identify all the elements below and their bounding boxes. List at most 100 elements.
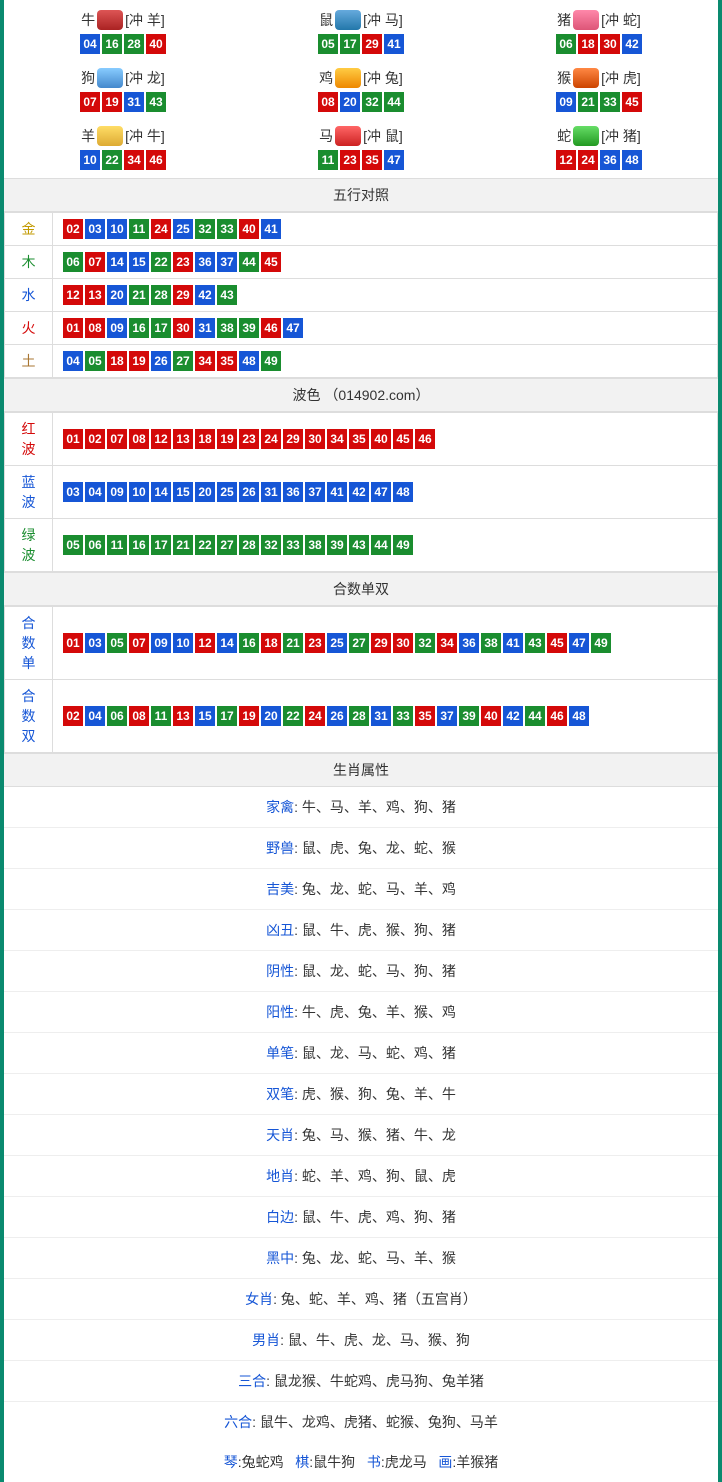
number-ball: 08 — [318, 92, 338, 112]
wuxing-label: 木 — [5, 246, 53, 279]
wuxing-label: 水 — [5, 279, 53, 312]
bose-label: 红波 — [5, 413, 53, 466]
attr-row: 吉美: 兔、龙、蛇、马、羊、鸡 — [4, 869, 718, 910]
number-ball: 07 — [80, 92, 100, 112]
number-ball: 48 — [393, 482, 413, 502]
zodiac-name: 猴 — [557, 68, 571, 88]
number-ball: 05 — [63, 535, 83, 555]
bose-table: 红波 0102070812131819232429303435404546 蓝波… — [4, 412, 718, 572]
zodiac-name: 鸡 — [319, 68, 333, 88]
zodiac-cell: 猪 [冲 蛇] 06183042 — [480, 4, 718, 62]
number-ball: 21 — [283, 633, 303, 653]
wuxing-label: 土 — [5, 345, 53, 378]
number-ball: 03 — [63, 482, 83, 502]
number-ball: 08 — [129, 706, 149, 726]
attr-row: 三合: 鼠龙猴、牛蛇鸡、虎马狗、兔羊猪 — [4, 1361, 718, 1402]
number-ball: 34 — [327, 429, 347, 449]
number-ball: 27 — [217, 535, 237, 555]
number-ball: 11 — [129, 219, 149, 239]
zodiac-clash: [冲 蛇] — [601, 10, 641, 30]
number-ball: 39 — [459, 706, 479, 726]
number-ball: 01 — [63, 318, 83, 338]
bose-nums: 0102070812131819232429303435404546 — [53, 413, 718, 466]
number-ball: 23 — [340, 150, 360, 170]
zodiac-clash: [冲 虎] — [601, 68, 641, 88]
number-ball: 01 — [63, 429, 83, 449]
number-ball: 11 — [318, 150, 338, 170]
number-ball: 22 — [195, 535, 215, 555]
footer-label: 画 — [438, 1454, 452, 1470]
number-ball: 32 — [362, 92, 382, 112]
number-ball: 07 — [107, 429, 127, 449]
number-ball: 46 — [261, 318, 281, 338]
zodiac-cell: 羊 [冲 牛] 10223446 — [4, 120, 242, 178]
number-ball: 27 — [349, 633, 369, 653]
number-ball: 45 — [547, 633, 567, 653]
zodiac-clash: [冲 鼠] — [363, 126, 403, 146]
attr-row: 黑中: 兔、龙、蛇、马、羊、猴 — [4, 1238, 718, 1279]
number-ball: 34 — [195, 351, 215, 371]
number-ball: 22 — [102, 150, 122, 170]
number-ball: 25 — [327, 633, 347, 653]
number-ball: 07 — [85, 252, 105, 272]
number-ball: 45 — [261, 252, 281, 272]
zodiac-grid: 牛 [冲 羊] 04162840 鼠 [冲 马] 05172941 猪 [冲 蛇… — [4, 4, 718, 178]
number-ball: 12 — [151, 429, 171, 449]
number-ball: 38 — [481, 633, 501, 653]
attr-value: 兔、蛇、羊、鸡、猪（五宫肖） — [281, 1291, 477, 1307]
number-ball: 05 — [85, 351, 105, 371]
number-ball: 16 — [239, 633, 259, 653]
number-ball: 20 — [195, 482, 215, 502]
number-ball: 42 — [195, 285, 215, 305]
number-ball: 40 — [146, 34, 166, 54]
number-ball: 41 — [327, 482, 347, 502]
number-ball: 41 — [384, 34, 404, 54]
attr-label: 男肖 — [252, 1332, 280, 1348]
zodiac-cell: 猴 [冲 虎] 09213345 — [480, 62, 718, 120]
zodiac-icon — [97, 10, 123, 30]
bose-nums: 05061116172122272832333839434449 — [53, 519, 718, 572]
number-ball: 33 — [217, 219, 237, 239]
attr-label: 女肖 — [245, 1291, 273, 1307]
number-ball: 28 — [151, 285, 171, 305]
number-ball: 20 — [107, 285, 127, 305]
number-ball: 11 — [107, 535, 127, 555]
footer-label: 琴 — [224, 1454, 238, 1470]
number-ball: 06 — [63, 252, 83, 272]
zodiac-name: 猪 — [557, 10, 571, 30]
number-ball: 32 — [261, 535, 281, 555]
attr-row: 双笔: 虎、猴、狗、兔、羊、牛 — [4, 1074, 718, 1115]
number-ball: 26 — [239, 482, 259, 502]
number-ball: 24 — [305, 706, 325, 726]
wuxing-row: 木 06071415222336374445 — [5, 246, 718, 279]
attr-value: 兔、龙、蛇、马、羊、猴 — [302, 1250, 456, 1266]
number-ball: 14 — [217, 633, 237, 653]
number-ball: 06 — [85, 535, 105, 555]
number-ball: 20 — [340, 92, 360, 112]
number-ball: 39 — [327, 535, 347, 555]
bose-label: 绿波 — [5, 519, 53, 572]
zodiac-clash: [冲 牛] — [125, 126, 165, 146]
heshu-row: 合数单 010305070910121416182123252729303234… — [5, 607, 718, 680]
number-ball: 36 — [283, 482, 303, 502]
number-ball: 11 — [151, 706, 171, 726]
footer-value: 羊猴猪 — [456, 1454, 498, 1470]
attr-label: 六合 — [224, 1414, 252, 1430]
header-bose: 波色 （014902.com） — [4, 378, 718, 412]
number-ball: 44 — [371, 535, 391, 555]
zodiac-clash: [冲 兔] — [363, 68, 403, 88]
wuxing-label: 金 — [5, 213, 53, 246]
number-ball: 37 — [305, 482, 325, 502]
number-ball: 47 — [569, 633, 589, 653]
number-ball: 21 — [173, 535, 193, 555]
number-ball: 09 — [556, 92, 576, 112]
page-frame: 牛 [冲 羊] 04162840 鼠 [冲 马] 05172941 猪 [冲 蛇… — [0, 0, 722, 1482]
number-ball: 29 — [173, 285, 193, 305]
bose-row: 红波 0102070812131819232429303435404546 — [5, 413, 718, 466]
number-ball: 04 — [80, 34, 100, 54]
attr-label: 凶丑 — [266, 922, 294, 938]
number-ball: 21 — [578, 92, 598, 112]
number-ball: 24 — [261, 429, 281, 449]
number-ball: 10 — [80, 150, 100, 170]
number-ball: 10 — [173, 633, 193, 653]
